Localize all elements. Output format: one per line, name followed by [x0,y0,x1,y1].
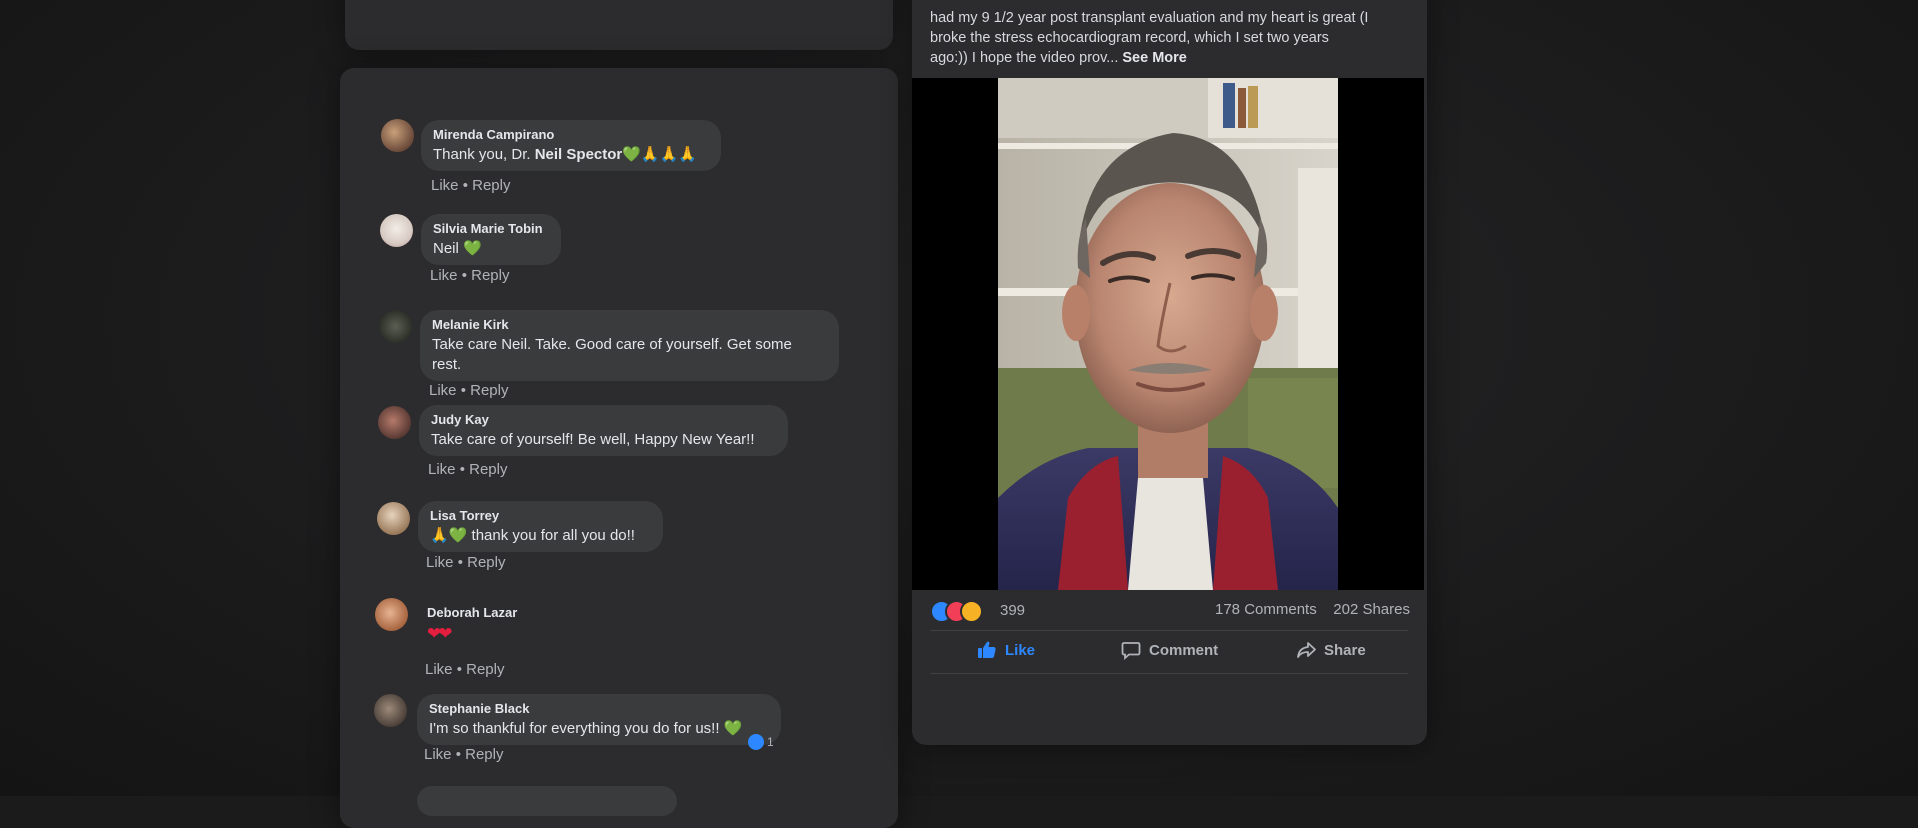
comment-button[interactable]: Comment [1121,640,1218,660]
comment-icon [1121,642,1141,660]
share-label: Share [1324,641,1366,659]
separator: • [458,177,473,194]
like-link[interactable]: Like [428,461,456,478]
comment-author[interactable]: Judy Kay [431,412,776,427]
avatar[interactable] [377,502,410,535]
emoji: ❤❤ [427,624,452,643]
like-link[interactable]: Like [431,177,459,194]
reply-link[interactable]: Reply [472,177,510,194]
reply-link[interactable]: Reply [469,461,507,478]
sad-reaction-icon [960,600,983,623]
caption-line: broke the stress echocardiogram record, … [930,30,1329,46]
reply-link[interactable]: Reply [467,554,505,571]
avatar[interactable] [374,694,407,727]
emoji: 💚 [723,720,743,737]
video-player[interactable] [912,78,1424,590]
previous-post-card [345,0,893,50]
like-button[interactable]: Like [977,640,1035,660]
comment-text: Take care of yourself! Be well, Happy Ne… [431,431,755,448]
like-reaction-icon [748,734,764,750]
separator: • [453,554,468,571]
video-frame [998,78,1338,590]
comment-author[interactable]: Stephanie Black [429,701,769,716]
comment-author[interactable]: Mirenda Campirano [433,127,709,142]
comment-bubble: Silvia Marie Tobin Neil 💚 [421,214,561,265]
reply-link[interactable]: Reply [466,661,504,678]
comment-actions: Like • Reply [429,382,508,399]
like-label: Like [1005,641,1036,659]
divider [930,630,1408,631]
comment-author[interactable]: Deborah Lazar [427,605,517,620]
comment-actions: Like • Reply [430,267,509,284]
comment-actions: Like • Reply [431,177,510,194]
avatar[interactable] [380,214,413,247]
post-caption: had my 9 1/2 year post transplant evalua… [930,0,1408,68]
comment-text: Neil 💚 [433,240,482,257]
like-link[interactable]: Like [429,382,457,399]
comment-text: Take care Neil. Take. Good care of yours… [432,336,792,373]
caption-line: ago:)) I hope the video prov... See More [930,50,1187,66]
comment-bubble: Lisa Torrey 🙏💚 thank you for all you do!… [418,501,663,552]
separator: • [455,461,470,478]
avatar[interactable] [375,598,408,631]
comment-actions: Like • Reply [428,461,507,478]
share-icon [1297,642,1316,658]
comment-author[interactable]: Melanie Kirk [432,317,827,332]
shares-count[interactable]: 202 Shares [1333,601,1410,618]
comment-actions: Like • Reply [425,661,504,678]
reaction-icons[interactable] [930,600,990,623]
separator: • [452,661,467,678]
comment-author[interactable]: Lisa Torrey [430,508,651,523]
emoji: 💚 [463,240,482,257]
comment-author[interactable]: Silvia Marie Tobin [433,221,549,236]
comment-bubble: Mirenda Campirano Thank you, Dr. Neil Sp… [421,120,721,171]
comment-label: Comment [1149,641,1219,659]
reply-link[interactable]: Reply [470,382,508,399]
like-link[interactable]: Like [426,554,454,571]
comment-text: Thank you, Dr. Neil Spector💚🙏🙏🙏 [433,146,697,163]
comment-bubble: Stephanie Black I'm so thankful for ever… [417,694,781,745]
emoji: 🙏💚 [430,527,468,544]
separator: • [456,382,471,399]
comment-text: I'm so thankful for everything you do fo… [429,720,743,737]
reaction-count: 1 [767,735,774,749]
reactions-row: 399 178 Comments 202 Shares [930,598,1410,624]
avatar[interactable] [378,406,411,439]
like-link[interactable]: Like [425,661,453,678]
comments-count[interactable]: 178 Comments [1215,601,1317,618]
comment-bubble: Judy Kay Take care of yourself! Be well,… [419,405,788,456]
avatar[interactable] [381,119,414,152]
separator: • [451,746,466,763]
share-button[interactable]: Share [1296,640,1366,660]
comment-bubble-partial [417,786,677,816]
see-more-link[interactable]: See More [1122,50,1186,66]
like-link[interactable]: Like [430,267,458,284]
thumbs-up-icon [978,641,996,658]
separator: • [457,267,472,284]
divider [930,673,1408,674]
caption-clipped-line [930,0,1408,8]
reply-link[interactable]: Reply [471,267,509,284]
avatar[interactable] [379,310,412,343]
comment-actions: Like • Reply [424,746,503,763]
comment-bubble: Melanie Kirk Take care Neil. Take. Good … [420,310,839,381]
caption-line: had my 9 1/2 year post transplant evalua… [930,10,1369,26]
comment-text: 🙏💚 thank you for all you do!! [430,527,635,544]
reply-link[interactable]: Reply [465,746,503,763]
comment-actions: Like • Reply [426,554,505,571]
video-thumbnail [998,78,1338,590]
emoji: 💚🙏🙏🙏 [622,146,697,163]
comment-reaction-badge[interactable]: 1 [748,734,774,750]
mention-link[interactable]: Neil Spector [535,146,623,163]
reaction-count[interactable]: 399 [1000,602,1025,619]
like-link[interactable]: Like [424,746,452,763]
